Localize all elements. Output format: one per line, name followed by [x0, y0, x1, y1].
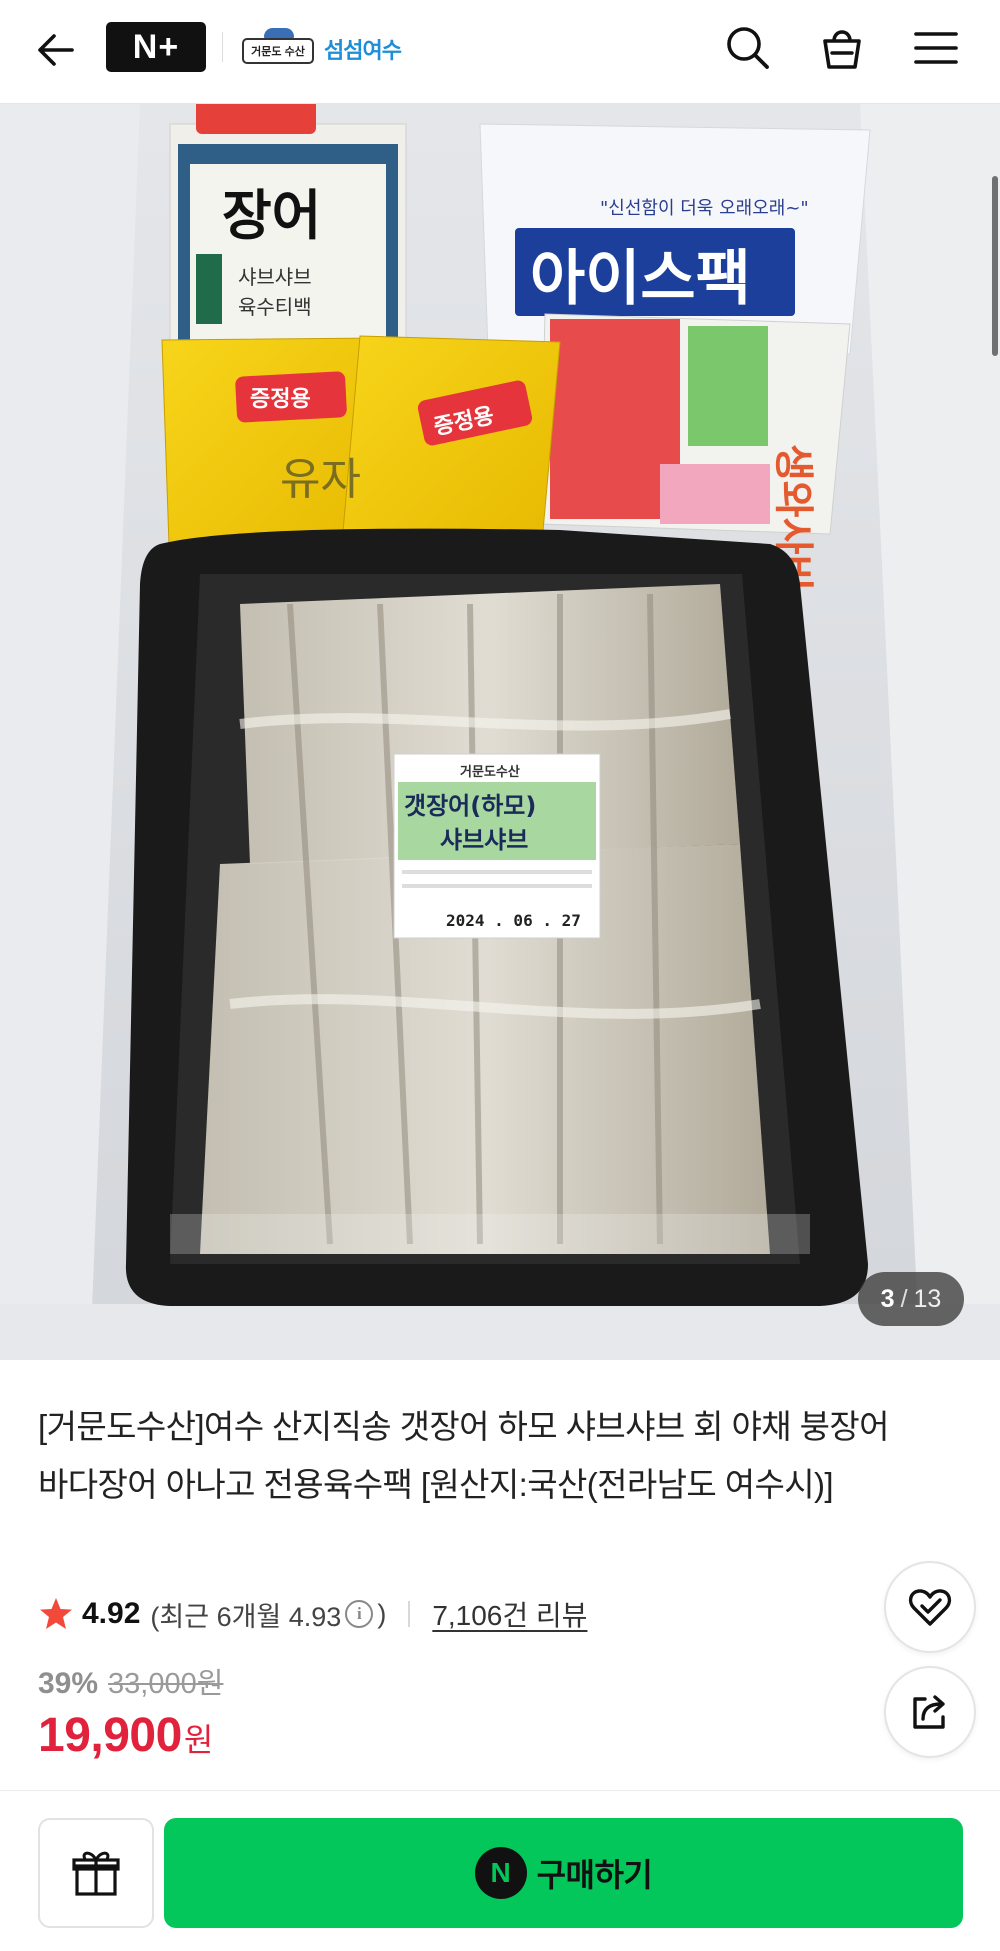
star-icon [40, 1598, 72, 1629]
svg-text:갯장어(하모): 갯장어(하모) [404, 792, 536, 820]
gift-button[interactable] [38, 1818, 154, 1928]
discount-row: 39% 33,000원 [38, 1660, 223, 1702]
info-icon[interactable]: i [345, 1600, 374, 1628]
pack-title-eel: 장어 [222, 183, 321, 247]
price-unit: 원 [183, 1722, 214, 1758]
product-sticker: 거문도수산 갯장어(하모) 샤브샤브 2024 . 06 . 27 [393, 753, 601, 939]
back-arrow-icon [38, 34, 74, 66]
product-title: [거문도수산]여수 산지직송 갯장어 하모 샤브샤브 회 야채 붕장어 바다장어… [38, 1408, 889, 1503]
rating-row: 4.92 (최근 6개월 4.93 i ) 7,106건 리뷰 [38, 1592, 587, 1636]
gallery-separator: / [900, 1284, 908, 1313]
icepack-label: 아이스팩 [530, 244, 751, 314]
purchase-bar: N 구매하기 [0, 1790, 1000, 1951]
rating-value: 4.92 [82, 1597, 141, 1630]
wishlist-button[interactable] [884, 1561, 976, 1653]
svg-text:증정용: 증정용 [250, 387, 311, 412]
cart-button[interactable] [812, 18, 872, 78]
naver-plus-label: N+ [132, 27, 180, 66]
svg-text:샤브샤브: 샤브샤브 [440, 826, 528, 854]
store-logo-text: 거문도 수산 [242, 38, 314, 64]
store-logo[interactable]: 거문도 수산 [242, 28, 314, 66]
gallery-current: 3 [880, 1284, 895, 1313]
product-image-gallery[interactable]: 장어 샤브샤브 육수티백 "신선함이 더욱 오래오래~" 아이스팩 생와사비 증… [0, 104, 1000, 1360]
naver-plus-badge[interactable]: N+ [106, 22, 206, 72]
buy-button-label: 구매하기 [536, 1857, 653, 1893]
original-price: 33,000원 [108, 1668, 224, 1700]
svg-text:거문도수산: 거문도수산 [460, 764, 520, 780]
search-button[interactable] [718, 18, 778, 78]
discount-rate: 39% [38, 1667, 99, 1700]
search-icon [727, 27, 769, 69]
top-header: N+ 거문도 수산 섬섬여수 [0, 0, 1000, 104]
heart-check-icon [908, 1589, 952, 1626]
hamburger-menu-icon [914, 32, 958, 64]
svg-text:샤브샤브: 샤브샤브 [238, 265, 312, 289]
price-row: 19,900 원 [38, 1708, 213, 1763]
city-logo[interactable]: 섬섬여수 [324, 33, 402, 65]
naver-pay-logo: N [474, 1847, 527, 1899]
gallery-total: 13 [913, 1284, 942, 1313]
recent-rating-close: ) [377, 1598, 387, 1629]
review-count-link[interactable]: 7,106건 리뷰 [432, 1594, 587, 1634]
svg-text:육수티백: 육수티백 [238, 295, 312, 319]
recent-rating-text: (최근 6개월 4.93 [150, 1601, 342, 1632]
svg-text:유자: 유자 [280, 454, 361, 505]
shopping-bag-icon [823, 30, 861, 69]
sale-price: 19,900 [38, 1709, 182, 1762]
header-divider [222, 32, 223, 62]
share-icon [913, 1695, 945, 1729]
back-button[interactable] [28, 22, 84, 78]
buy-button[interactable]: N 구매하기 [164, 1818, 963, 1928]
recent-rating: (최근 6개월 4.93 i ) [150, 1595, 386, 1634]
svg-text:"신선함이 더욱 오래오래~": "신선함이 더욱 오래오래~" [600, 198, 809, 219]
product-photo: 장어 샤브샤브 육수티백 "신선함이 더욱 오래오래~" 아이스팩 생와사비 증… [0, 104, 1000, 1360]
share-button[interactable] [884, 1666, 976, 1758]
menu-button[interactable] [906, 18, 966, 78]
rating-divider [408, 1601, 411, 1627]
page-scrollbar[interactable] [992, 176, 998, 356]
gallery-counter: 3 / 13 [858, 1272, 964, 1326]
svg-text:2024 . 06 . 27: 2024 . 06 . 27 [446, 911, 581, 930]
gift-icon [72, 1851, 120, 1896]
